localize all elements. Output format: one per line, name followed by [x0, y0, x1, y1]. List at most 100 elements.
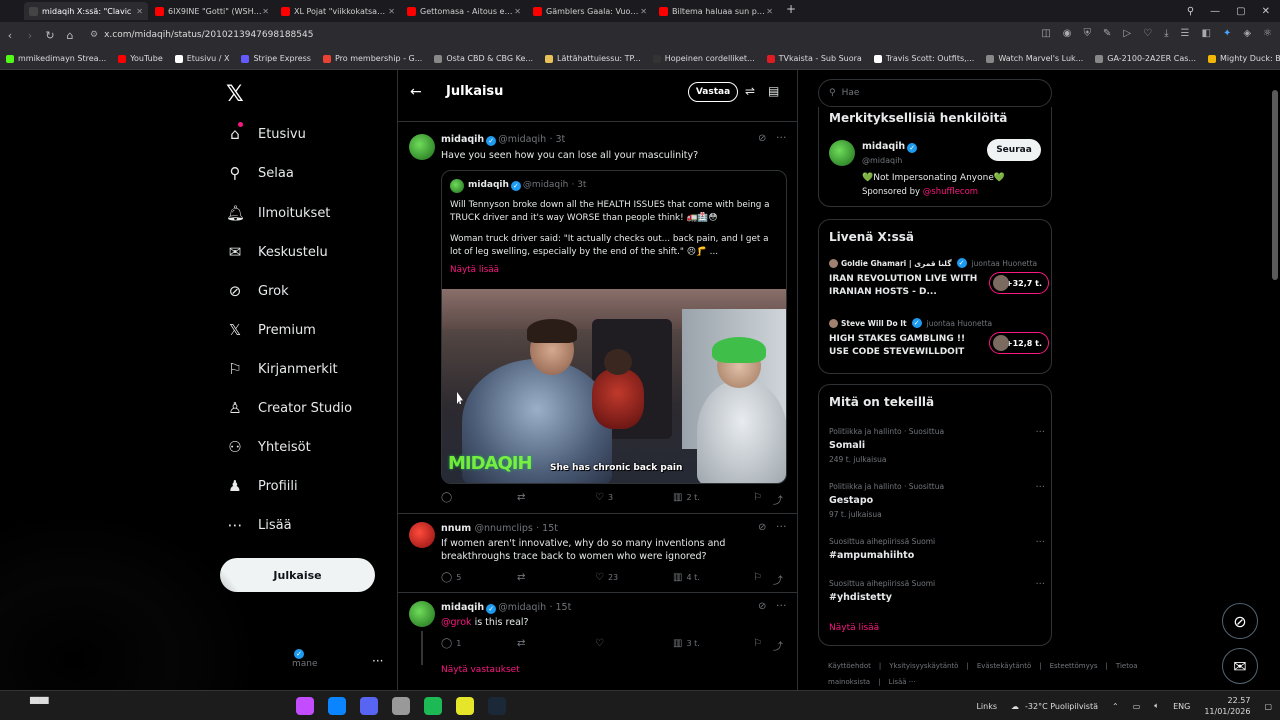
grok-explain-icon[interactable]: ⊘ — [758, 601, 766, 612]
browser-tab[interactable]: midaqih X:ssä: "Clavic ✕ — [24, 2, 148, 20]
share-action[interactable]: ⤴ — [773, 572, 783, 587]
footer-link[interactable]: Esteettömyys — [1050, 662, 1098, 670]
footer-link[interactable]: Yksityisyyskäytäntö — [889, 662, 958, 670]
grok-float-button[interactable]: ⊘ — [1222, 603, 1258, 639]
footer-link[interactable]: Evästekäytäntö — [977, 662, 1031, 670]
taskbar-app-icon[interactable] — [392, 697, 410, 715]
follow-button[interactable]: Seuraa — [987, 139, 1041, 161]
bookmark-item[interactable]: mmikedimayn Strea... — [6, 54, 106, 63]
links-toolbar[interactable]: Links — [976, 702, 997, 711]
back-arrow-icon[interactable]: ← — [410, 84, 422, 100]
author-name[interactable]: midaqih — [441, 134, 484, 145]
home-browser-icon[interactable]: ⌂ — [60, 29, 80, 42]
post-time[interactable]: · 15t — [549, 602, 571, 613]
bookmark-action[interactable]: ⚐ — [753, 638, 762, 649]
browser-tab[interactable]: Gämblers Gaala: Vuoden L✕ — [528, 2, 652, 20]
volume-icon[interactable]: 🔈︎ — [1154, 701, 1159, 711]
bookmark-item[interactable]: Mighty Duck: Bank... — [1208, 54, 1280, 63]
repost-action[interactable]: ⇄ — [517, 492, 529, 503]
views-action[interactable]: ▥ 4 t. — [673, 572, 700, 583]
nav-item-grok[interactable]: ⊘ Grok — [226, 277, 289, 305]
heart-icon[interactable]: ♡ — [1143, 28, 1152, 39]
reply-action[interactable]: ◯ 1 — [441, 638, 461, 649]
nav-item-home[interactable]: ⌂ Etusivu — [226, 120, 306, 148]
nav-item-bell[interactable]: 🔔︎ Ilmoitukset — [226, 199, 330, 227]
bookmark-item[interactable]: Osta CBD & CBG Ke... — [434, 54, 533, 63]
puzzle-icon[interactable]: ⚛ — [1263, 28, 1272, 39]
bookmark-action[interactable]: ⚐ — [753, 572, 762, 583]
bookmark-item[interactable]: Stripe Express — [241, 54, 311, 63]
reply-post[interactable]: midaqih ✓ @midaqih · 15t ⊘ ··· @grok is th… — [398, 599, 797, 681]
reply-action[interactable]: ◯ — [441, 492, 456, 503]
bookmark-item[interactable]: GA-2100-2A2ER Cas... — [1095, 54, 1196, 63]
trend-more-icon[interactable]: ··· — [1035, 482, 1045, 493]
trends-show-more-link[interactable]: Näytä lisää — [829, 623, 879, 633]
download-icon[interactable]: ⤓ — [1164, 28, 1168, 39]
language-indicator[interactable]: ENG — [1173, 702, 1190, 711]
weather-widget[interactable]: ☁ -32°C Puolipilvistä — [1011, 702, 1098, 711]
network-icon[interactable]: ▭ — [1133, 702, 1141, 711]
tab-close-icon[interactable]: ✕ — [766, 7, 773, 16]
sponsor-link[interactable]: @shufflecom — [923, 187, 978, 197]
video-thumbnail[interactable]: MIDAQIH She has chronic back pain — [442, 289, 786, 483]
vpn-icon[interactable]: ◈ — [1243, 28, 1251, 39]
close-window-icon[interactable]: ✕ — [1262, 6, 1270, 17]
tab-close-icon[interactable]: ✕ — [640, 7, 647, 16]
start-icon[interactable]: ▀▀ — [30, 697, 48, 713]
show-replies-link[interactable]: Näytä vastaukset — [441, 665, 520, 675]
site-info-icon[interactable]: ⚙ — [90, 30, 98, 40]
reply-post[interactable]: nnum @nnumclips · 15t ⊘ ··· If women are… — [398, 520, 797, 588]
avatar[interactable] — [409, 134, 435, 160]
browser-tab[interactable]: Biltema haluaa sun pankki✕ — [654, 2, 778, 20]
browser-tab[interactable]: 6IX9INE "Gotti" (WSHH Ex ✕ — [150, 2, 274, 20]
taskbar-app-icon[interactable] — [360, 697, 378, 715]
url-field[interactable]: ⚙ x.com/midaqih/status/20102139476981885… — [90, 30, 313, 40]
bookmark-item[interactable]: Pro membership - G... — [322, 54, 422, 63]
account-more-icon[interactable]: ··· — [372, 654, 383, 668]
nav-item-communities[interactable]: ⚇ Yhteisöt — [226, 433, 310, 461]
minimize-icon[interactable]: — — [1210, 6, 1220, 17]
trend-more-icon[interactable]: ··· — [1035, 427, 1045, 438]
more-options-icon[interactable]: ··· — [776, 520, 787, 533]
live-listeners-pill[interactable]: +32,7 t. — [989, 272, 1049, 294]
user-handle[interactable]: @midaqih — [862, 156, 902, 165]
bookmark-item[interactable]: Etusivu / X — [174, 54, 229, 63]
nav-item-mail[interactable]: ✉ Keskustelu — [226, 238, 328, 266]
maximize-icon[interactable]: ▢ — [1236, 6, 1245, 17]
new-tab-icon[interactable]: + — [786, 2, 796, 20]
share-action[interactable]: ⤴ — [773, 638, 783, 653]
more-options-icon[interactable]: ··· — [776, 599, 787, 612]
tab-close-icon[interactable]: ✕ — [514, 7, 521, 16]
taskbar-app-icon[interactable] — [328, 697, 346, 715]
nav-item-search[interactable]: ⚲ Selaa — [226, 159, 294, 187]
footer-link[interactable]: Lisää ··· — [888, 678, 915, 686]
like-action[interactable]: ♡ 3 — [595, 492, 613, 503]
repost-action[interactable]: ⇄ — [517, 638, 525, 649]
tab-close-icon[interactable]: ✕ — [262, 7, 269, 16]
search-input[interactable]: ⚲ Hae — [818, 79, 1052, 107]
avatar[interactable] — [409, 601, 435, 627]
live-listeners-pill[interactable]: +12,8 t. — [989, 332, 1049, 354]
ext-icon[interactable]: ✎ — [1103, 28, 1111, 39]
bookmark-item[interactable]: TVkaista - Sub Suora — [766, 54, 862, 63]
taskbar-app-icon[interactable] — [456, 697, 474, 715]
back-icon[interactable]: ‹ — [0, 29, 20, 42]
camera-icon[interactable]: ◉ — [1063, 28, 1072, 39]
nav-item-bookmark[interactable]: ⚐ Kirjanmerkit — [226, 355, 337, 383]
taskbar-app-icon[interactable] — [424, 697, 442, 715]
clock[interactable]: 22.57 11/01/2026 — [1204, 695, 1250, 717]
grok-mention-link[interactable]: @grok — [441, 617, 472, 628]
trend-item[interactable]: Politiikka ja hallinto · Suosittua Somali… — [829, 427, 1049, 464]
post-time[interactable]: · 15t — [536, 523, 558, 534]
tab-close-icon[interactable]: ✕ — [388, 7, 395, 16]
wallet-icon[interactable]: ◧ — [1201, 28, 1210, 39]
forward-icon[interactable]: › — [20, 29, 40, 42]
nav-item-x-premium[interactable]: 𝕏 Premium — [226, 316, 316, 344]
post-time[interactable]: · 3t — [549, 134, 565, 145]
repost-action[interactable]: ⇄ — [517, 572, 525, 583]
views-action[interactable]: ▥ 3 t. — [673, 638, 700, 649]
more-options-icon[interactable]: ··· — [776, 131, 787, 144]
notifications-icon[interactable]: ▢ — [1264, 702, 1272, 711]
bookmark-item[interactable]: Travis Scott: Outfits,... — [873, 54, 974, 63]
account-switcher[interactable]: ✓ mane — [292, 648, 318, 669]
